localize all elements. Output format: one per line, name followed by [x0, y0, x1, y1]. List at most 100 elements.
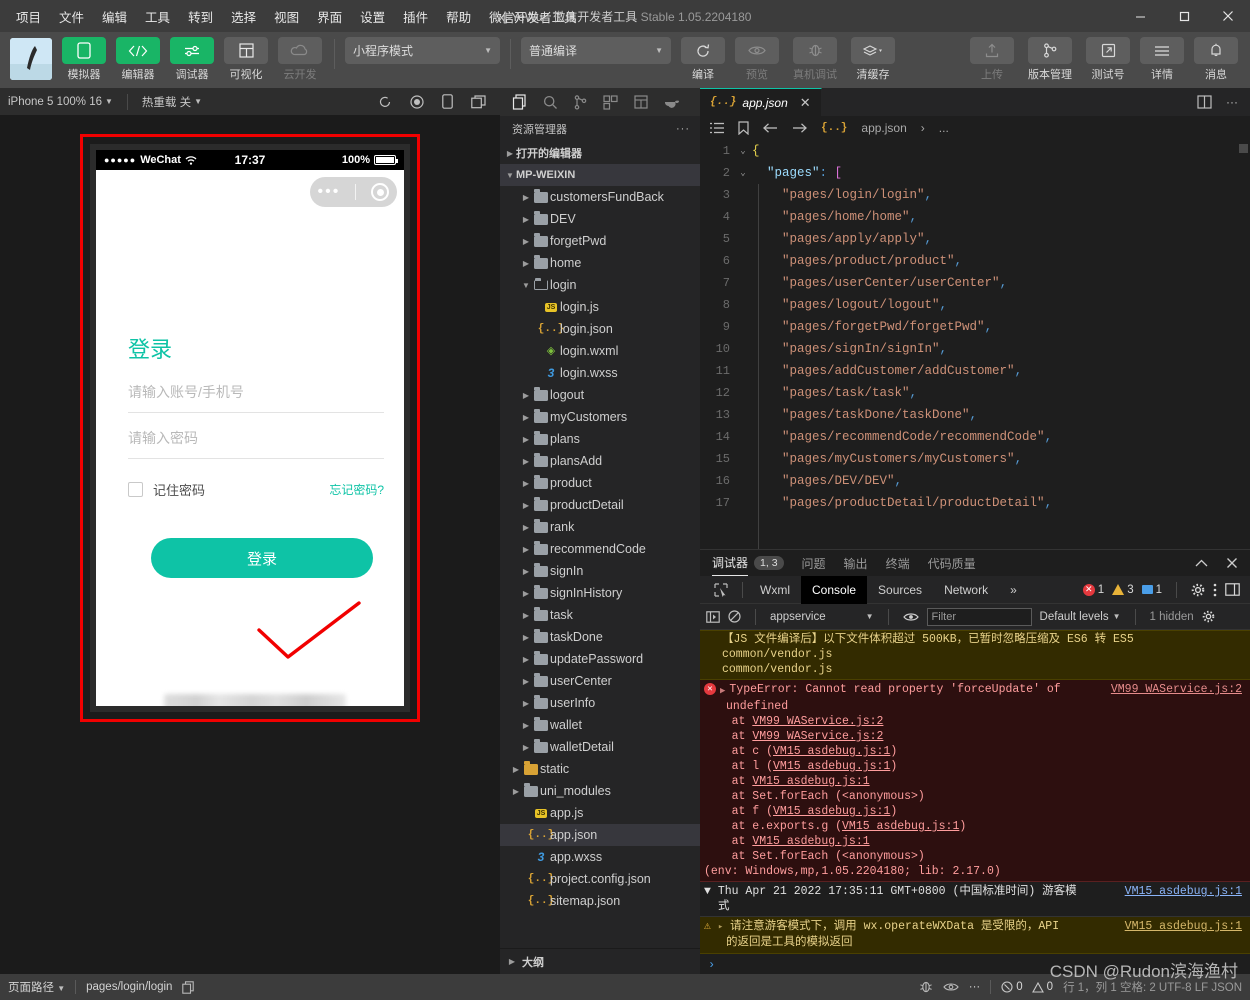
tree-item[interactable]: ▶ updatePassword [500, 648, 700, 670]
menu-item-view[interactable]: 视图 [266, 3, 307, 30]
console-stack-link[interactable]: VM99 WAService.js:2 [752, 715, 883, 728]
refresh-icon[interactable] [378, 95, 392, 109]
warning-count[interactable]: 3 [1112, 584, 1134, 596]
source-control-icon[interactable] [574, 94, 587, 110]
menu-item-file[interactable]: 文件 [51, 3, 92, 30]
tree-item[interactable]: ◈ login.wxml [500, 340, 700, 362]
console-stack-link[interactable]: VM15 asdebug.js:1 [752, 835, 869, 848]
tree-item[interactable]: ▶ plansAdd [500, 450, 700, 472]
devtools-tab-sources[interactable]: Sources [867, 576, 933, 604]
tab-debugger[interactable]: 调试器 [712, 550, 749, 576]
more-icon[interactable]: ••• [318, 184, 341, 200]
menu-item-project[interactable]: 项目 [8, 3, 49, 30]
page-path-selector[interactable]: 页面路径 ▼ [8, 979, 65, 995]
login-button[interactable]: 登录 [151, 538, 373, 578]
menu-item-devtools[interactable]: 微信开发者工具 [481, 3, 585, 30]
menu-item-select[interactable]: 选择 [223, 3, 264, 30]
tree-item[interactable]: ▶ logout [500, 384, 700, 406]
mode-select[interactable]: 小程序模式 ▼ [345, 37, 500, 64]
tree-item[interactable]: ▶ wallet [500, 714, 700, 736]
toolbar-version-control[interactable]: 版本管理 [1022, 37, 1078, 82]
copy-icon[interactable] [182, 980, 195, 994]
outline-section[interactable]: ▶ 大纲 [500, 948, 700, 974]
toolbar-details[interactable]: 详情 [1138, 37, 1186, 82]
toolbar-upload[interactable]: 上传 [968, 37, 1016, 82]
console-warning-source[interactable]: VM15 asdebug.js:1 [1125, 919, 1242, 935]
tree-item[interactable]: 3 login.wxss [500, 362, 700, 384]
close-icon[interactable] [1226, 557, 1238, 569]
tree-item[interactable]: ▶ uni_modules [500, 780, 700, 802]
split-icon[interactable] [634, 95, 648, 109]
tree-item[interactable]: ▶ signIn [500, 560, 700, 582]
gear-icon[interactable] [1191, 583, 1205, 597]
tab-problems[interactable]: 问题 [802, 550, 826, 576]
console-stack-link[interactable]: VM15 asdebug.js:1 [773, 805, 890, 818]
tree-item[interactable]: {..} app.json [500, 824, 700, 846]
tree-item[interactable]: ▶ myCustomers [500, 406, 700, 428]
minimize-button[interactable] [1118, 0, 1162, 32]
open-editors-section[interactable]: ▶ 打开的编辑器 [500, 142, 700, 164]
arrow-left-icon[interactable] [763, 122, 778, 134]
tree-item[interactable]: ▶ customersFundBack [500, 186, 700, 208]
tree-item[interactable]: ▼ login [500, 274, 700, 296]
menu-item-goto[interactable]: 转到 [180, 3, 221, 30]
tree-item[interactable]: ▶ userInfo [500, 692, 700, 714]
console-levels-select[interactable]: Default levels ▼ [1040, 611, 1121, 623]
remember-password-checkbox[interactable] [128, 482, 143, 497]
docker-icon[interactable] [664, 96, 680, 108]
tree-item[interactable]: JS login.js [500, 296, 700, 318]
close-button[interactable] [1206, 0, 1250, 32]
console-output[interactable]: 【JS 文件编译后】以下文件体积超过 500KB，已暂时忽略压缩及 ES6 转 … [700, 630, 1250, 974]
tab-code-quality[interactable]: 代码质量 [928, 550, 976, 576]
tree-item[interactable]: ▶ taskDone [500, 626, 700, 648]
tab-app-json[interactable]: {..} app.json ✕ [700, 88, 822, 116]
tree-item[interactable]: ▶ DEV [500, 208, 700, 230]
project-root-section[interactable]: ▼ MP-WEIXIN [500, 164, 700, 186]
toolbar-visualization[interactable]: 可视化 [222, 37, 270, 82]
tree-item[interactable]: {..} project.config.json [500, 868, 700, 890]
dock-icon[interactable] [1225, 583, 1240, 596]
error-count[interactable]: ✕ 1 [1082, 583, 1104, 596]
devtools-tab-wxml[interactable]: Wxml [749, 576, 801, 604]
tree-item[interactable]: ▶ productDetail [500, 494, 700, 516]
rotate-icon[interactable] [442, 94, 453, 109]
maximize-button[interactable] [1162, 0, 1206, 32]
device-selector[interactable]: iPhone 5 100% 16 ▼ [8, 96, 113, 108]
account-field[interactable]: 请输入账号/手机号 [128, 382, 384, 413]
tree-item[interactable]: ▶ product [500, 472, 700, 494]
gear-icon[interactable] [1202, 610, 1215, 623]
explorer-more-icon[interactable]: ··· [676, 123, 690, 135]
tree-item[interactable]: ▶ userCenter [500, 670, 700, 692]
tree-item[interactable]: ▶ recommendCode [500, 538, 700, 560]
console-stack-link[interactable]: VM99 WAService.js:2 [752, 730, 883, 743]
menu-item-plugins[interactable]: 插件 [395, 3, 436, 30]
fold-toggle-icon[interactable]: ⌄ [734, 146, 752, 156]
console-error-entry[interactable]: VM99 WAService.js:2 ✕ ▶ TypeError: Canno… [700, 680, 1250, 882]
tree-item[interactable]: ▶ rank [500, 516, 700, 538]
extensions-icon[interactable] [603, 94, 618, 110]
toolbar-messages[interactable]: 消息 [1192, 37, 1240, 82]
toolbar-preview[interactable]: 预览 [733, 37, 781, 82]
menu-item-tools[interactable]: 工具 [137, 3, 178, 30]
menu-item-help[interactable]: 帮助 [438, 3, 479, 30]
list-icon[interactable] [710, 122, 724, 134]
menu-item-edit[interactable]: 编辑 [94, 3, 135, 30]
console-stack-link[interactable]: VM15 asdebug.js:1 [752, 775, 869, 788]
info-count[interactable]: 1 [1141, 584, 1162, 596]
close-icon[interactable]: ✕ [800, 95, 811, 111]
code-editor[interactable]: 1 ⌄{2 ⌄ "pages": [3 "pages/login/login", 4 … [700, 140, 1250, 549]
toolbar-simulator[interactable]: 模拟器 [60, 37, 108, 82]
collapse-arrow-icon[interactable]: ▼ [704, 885, 711, 898]
expand-arrow-icon[interactable]: ▸ [718, 922, 723, 932]
tree-item[interactable]: ▶ home [500, 252, 700, 274]
console-context-select[interactable]: appservice ▼ [770, 611, 874, 623]
console-stack-link[interactable]: VM15 asdebug.js:1 [842, 820, 959, 833]
toolbar-test-account[interactable]: 测试号 [1084, 37, 1132, 82]
window-icon[interactable] [471, 94, 486, 109]
editor-more-icon[interactable]: ··· [1226, 95, 1238, 109]
forgot-password-link[interactable]: 忘记密码? [329, 481, 384, 498]
console-stack-link[interactable]: VM15 asdebug.js:1 [773, 745, 890, 758]
toolbar-cloud[interactable]: 云开发 [276, 37, 324, 82]
password-field[interactable]: 请输入密码 [128, 428, 384, 459]
tab-terminal[interactable]: 终端 [886, 550, 910, 576]
